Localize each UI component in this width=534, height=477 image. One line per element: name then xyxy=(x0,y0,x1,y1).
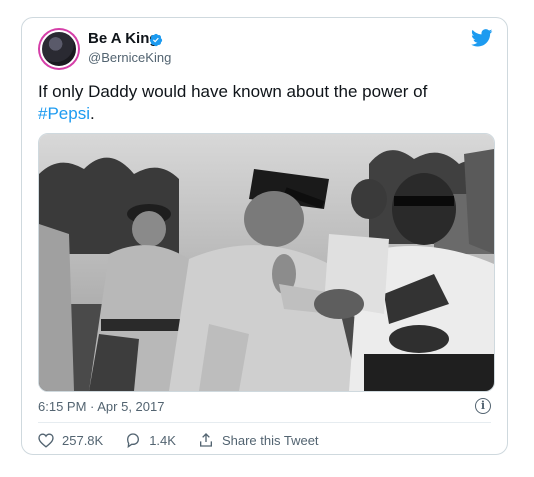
divider xyxy=(38,422,491,423)
tweet-card[interactable]: Be A King @BerniceKing If only Daddy wou… xyxy=(21,17,508,455)
tweet-text-main: If only Daddy would have known about the… xyxy=(38,82,428,101)
tweet-timestamp[interactable]: 6:15 PM · Apr 5, 2017 xyxy=(38,399,164,414)
share-button[interactable]: Share this Tweet xyxy=(198,432,319,448)
tweet-photo[interactable] xyxy=(38,133,495,392)
share-icon xyxy=(199,433,212,447)
avatar[interactable] xyxy=(38,28,80,70)
tweet-text: If only Daddy would have known about the… xyxy=(38,81,488,125)
like-button[interactable]: 257.8K xyxy=(38,433,103,448)
reply-count: 1.4K xyxy=(149,432,176,448)
heart-icon xyxy=(38,432,54,448)
share-label: Share this Tweet xyxy=(221,432,319,448)
photo-image xyxy=(39,134,494,391)
twitter-bird-icon[interactable] xyxy=(471,29,493,47)
verified-badge-icon xyxy=(149,33,163,47)
tweet-text-end: . xyxy=(89,104,95,123)
tweet-actions: 257.8K 1.4K Share this Tweet xyxy=(38,432,341,448)
reply-icon xyxy=(127,433,140,448)
info-icon[interactable]: i xyxy=(475,398,491,414)
hashtag-link[interactable]: #Pepsi xyxy=(38,104,90,123)
like-count: 257.8K xyxy=(62,432,104,448)
display-name[interactable]: Be A King xyxy=(88,30,159,47)
user-handle[interactable]: @BerniceKing xyxy=(88,50,171,65)
reply-button[interactable]: 1.4K xyxy=(125,432,176,448)
